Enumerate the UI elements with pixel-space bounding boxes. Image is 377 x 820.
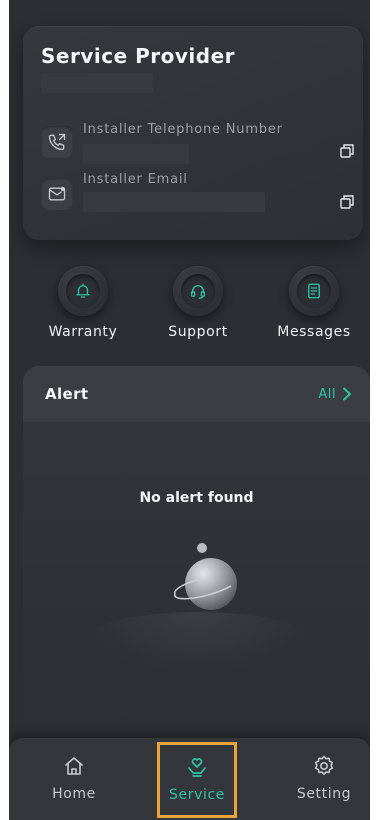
alert-card: Alert All No alert found [23,366,370,746]
heart-hand-icon [188,758,206,777]
messages-label: Messages [277,324,351,340]
alert-all-link[interactable]: All [318,387,352,402]
copy-phone-icon[interactable] [339,143,355,159]
support-circle [173,266,223,316]
chevron-right-icon [343,387,351,401]
messages-circle [289,266,339,316]
nav-service-label: Service [169,787,225,803]
document-icon [308,283,320,299]
support-label: Support [168,324,228,340]
gear-icon [314,755,334,776]
support-button[interactable]: Support [143,266,253,346]
planet-illustration-icon [174,543,237,610]
nav-service[interactable]: Service [157,742,237,818]
service-screen: Service Provider Installer Telephone Num… [9,0,370,820]
installer-email-label: Installer Email [83,172,188,187]
bell-icon [76,283,90,298]
alert-title: Alert [45,385,89,403]
warranty-circle [58,266,108,316]
installer-email-value [83,192,265,212]
bottom-nav: Home Service Setting [9,738,370,820]
copy-email-icon[interactable] [339,194,355,210]
phone-icon [41,126,73,158]
provider-title: Service Provider [41,44,236,68]
messages-button[interactable]: Messages [259,266,369,346]
no-alert-text: No alert found [139,490,254,506]
alert-all-label: All [318,386,336,402]
warranty-label: Warranty [48,324,118,340]
nav-setting-label: Setting [296,786,352,802]
warranty-button[interactable]: Warranty [28,266,138,346]
nav-home[interactable]: Home [34,744,114,814]
headset-icon [190,285,206,299]
installer-phone-label: Installer Telephone Number [83,122,283,137]
nav-setting[interactable]: Setting [284,744,364,814]
service-provider-card: Service Provider Installer Telephone Num… [23,26,363,240]
alert-header: Alert All [23,366,370,422]
home-icon [65,757,83,775]
installer-phone-value [83,144,189,164]
provider-name-value [41,73,153,93]
nav-home-label: Home [52,786,96,802]
email-icon [41,178,73,210]
